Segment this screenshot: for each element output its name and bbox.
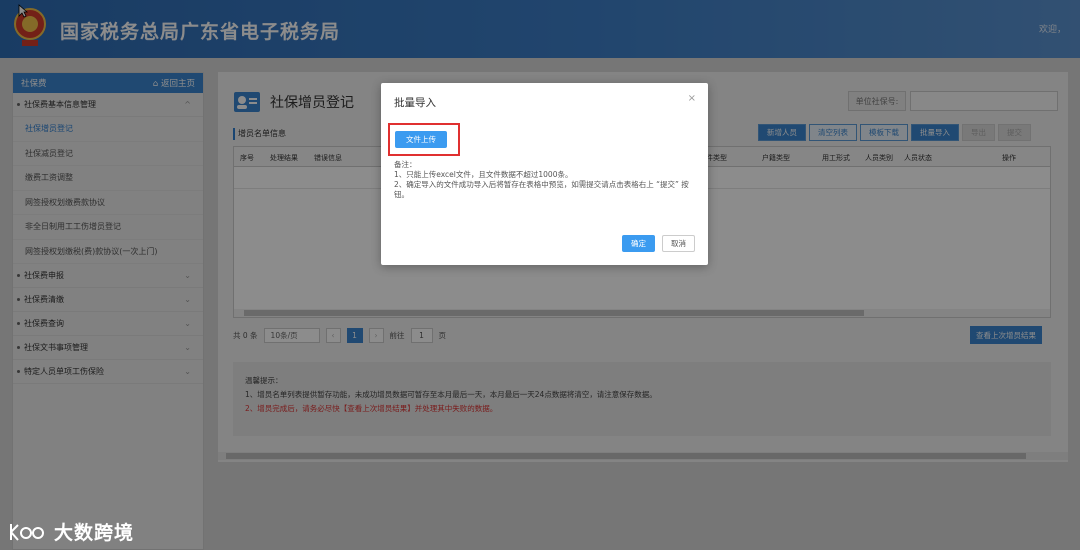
- upload-highlight-box: 文件上传: [388, 123, 460, 156]
- watermark: 大数跨境: [8, 518, 134, 545]
- dialog-title: 批量导入: [394, 97, 436, 109]
- watermark-logo-icon: [10, 523, 44, 541]
- close-icon[interactable]: ×: [688, 93, 696, 104]
- note-line-2: 2、确定导入的文件成功导入后将暂存在表格中预览，如需提交请点击表格右上 “提交”…: [394, 180, 689, 199]
- watermark-text: 大数跨境: [54, 522, 135, 544]
- dialog-notes: 备注： 1、只能上传excel文件，且文件数据不超过1000条。 2、确定导入的…: [394, 160, 699, 200]
- note-line-1: 1、只能上传excel文件，且文件数据不超过1000条。: [394, 170, 573, 179]
- notes-title: 备注：: [394, 160, 417, 169]
- batch-import-dialog: 批量导入 × 文件上传 备注： 1、只能上传excel文件，且文件数据不超过10…: [381, 83, 708, 265]
- file-upload-button[interactable]: 文件上传: [395, 131, 447, 148]
- cancel-button[interactable]: 取消: [662, 235, 695, 252]
- confirm-button[interactable]: 确定: [622, 235, 655, 252]
